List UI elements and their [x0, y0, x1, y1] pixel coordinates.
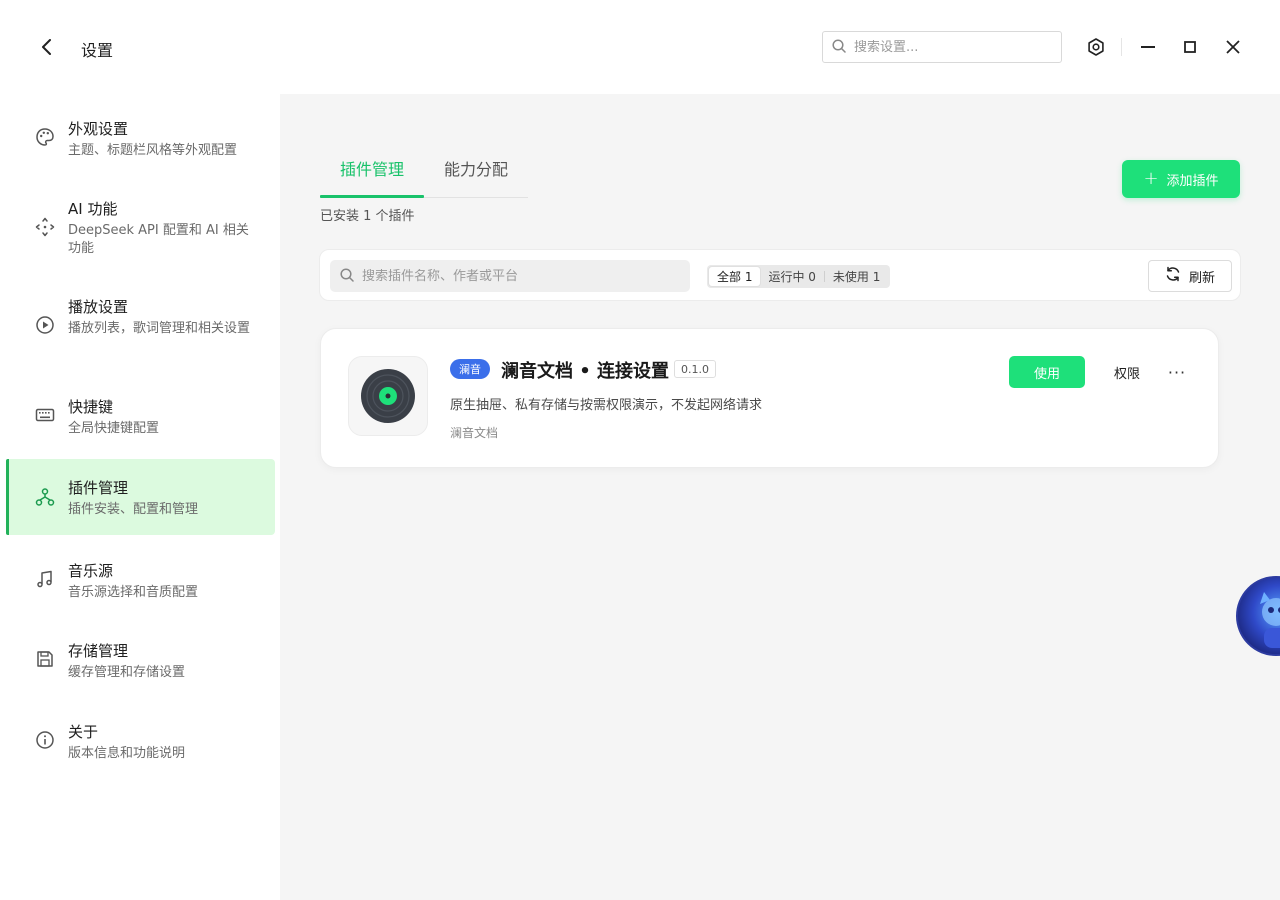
sidebar-item-title: 存储管理: [68, 642, 129, 660]
plugin-description: 原生抽屉、私有存储与按需权限演示，不发起网络请求: [450, 398, 763, 413]
settings-sidebar: 外观设置 主题、标题栏风格等外观配置 AI 功能 DeepSeek API 配置…: [0, 94, 280, 900]
permissions-button[interactable]: 权限: [1107, 356, 1147, 388]
plugin-management-panel: 插件管理 能力分配 已安装 1 个插件 + 添加插件 全部 1 运行中 0 未使…: [280, 94, 1280, 900]
sidebar-item-playback[interactable]: 播放设置 播放列表，歌词管理和相关设置: [6, 282, 275, 362]
maximize-icon[interactable]: [1178, 35, 1202, 59]
vinyl-record-icon: [348, 356, 428, 436]
header-divider: [1121, 38, 1122, 56]
search-icon: [340, 267, 354, 286]
plugin-search-input[interactable]: [362, 268, 682, 284]
settings-search[interactable]: [822, 31, 1062, 63]
page-title: 设置: [81, 41, 114, 60]
sidebar-item-desc: 缓存管理和存储设置: [68, 665, 186, 680]
more-options-icon[interactable]: ···: [1163, 356, 1191, 388]
plugin-filter-bar: 全部 1 运行中 0 未使用 1 刷新: [319, 249, 1241, 301]
sidebar-item-title: 外观设置: [68, 120, 129, 138]
refresh-icon: [1165, 266, 1181, 286]
plugin-search[interactable]: [330, 260, 690, 292]
add-plugin-button[interactable]: + 添加插件: [1122, 160, 1240, 198]
filter-all[interactable]: 全部 1: [709, 267, 761, 286]
sidebar-item-desc: 播放列表，歌词管理和相关设置: [68, 321, 251, 336]
sidebar-item-desc: 插件安装、配置和管理: [68, 502, 199, 517]
minimize-icon[interactable]: [1136, 35, 1160, 59]
settings-gear-icon[interactable]: [1084, 35, 1108, 59]
sidebar-item-desc: 主题、标题栏风格等外观配置: [68, 143, 238, 158]
sidebar-item-desc: 版本信息和功能说明: [68, 746, 186, 761]
status-filter: 全部 1 运行中 0 未使用 1: [707, 265, 891, 288]
plugin-version-badge: 0.1.0: [674, 360, 716, 378]
info-icon: [34, 729, 56, 751]
play-circle-icon: [34, 314, 56, 336]
sidebar-item-appearance[interactable]: 外观设置 主题、标题栏风格等外观配置: [6, 104, 275, 172]
sidebar-item-shortcuts[interactable]: 快捷键 全局快捷键配置: [6, 380, 275, 448]
tab-plugin-management[interactable]: 插件管理: [340, 156, 404, 180]
filter-unused[interactable]: 未使用 1: [825, 267, 888, 286]
filter-running[interactable]: 运行中 0: [760, 267, 823, 286]
sidebar-item-title: 音乐源: [68, 562, 114, 580]
sidebar-item-title: 播放设置: [68, 298, 129, 316]
plugin-platform-badge: 澜音: [450, 359, 490, 379]
save-icon: [34, 648, 56, 670]
settings-search-input[interactable]: [854, 39, 1044, 55]
sidebar-item-desc: 全局快捷键配置: [68, 421, 160, 436]
tab-capability-allocation[interactable]: 能力分配: [444, 156, 508, 180]
sidebar-item-title: 快捷键: [68, 398, 114, 416]
ai-diamond-icon: [34, 216, 56, 238]
refresh-button[interactable]: 刷新: [1148, 260, 1232, 292]
plugin-author: 澜音文档: [450, 426, 499, 440]
sidebar-item-desc: 音乐源选择和音质配置: [68, 585, 199, 600]
back-arrow-icon[interactable]: [36, 36, 58, 58]
plus-icon: +: [1143, 168, 1159, 189]
sidebar-item-title: 插件管理: [68, 479, 129, 497]
plugin-tree-icon: [34, 486, 56, 508]
sidebar-item-title: AI 功能: [68, 200, 118, 218]
sidebar-item-ai[interactable]: AI 功能 DeepSeek API 配置和 AI 相关功能: [6, 184, 275, 266]
add-plugin-label: 添加插件: [1166, 173, 1219, 189]
active-tab-indicator: [320, 195, 424, 198]
keyboard-icon: [34, 404, 56, 426]
palette-icon: [34, 126, 56, 148]
use-plugin-button[interactable]: 使用: [1009, 356, 1085, 388]
sidebar-item-plugins[interactable]: 插件管理 插件安装、配置和管理: [6, 459, 275, 535]
sidebar-item-about[interactable]: 关于 版本信息和功能说明: [6, 709, 275, 777]
sidebar-item-storage[interactable]: 存储管理 缓存管理和存储设置: [6, 628, 275, 696]
installed-count: 已安装 1 个插件: [320, 209, 415, 224]
sidebar-item-title: 关于: [68, 723, 99, 741]
title-bar: 设置: [0, 0, 1280, 94]
plugin-name: 澜音文档 • 连接设置: [501, 361, 670, 382]
refresh-label: 刷新: [1188, 270, 1215, 286]
close-icon[interactable]: [1221, 35, 1245, 59]
search-icon: [832, 38, 846, 57]
sidebar-item-desc: DeepSeek API 配置和 AI 相关功能: [68, 223, 249, 256]
sidebar-item-music-source[interactable]: 音乐源 音乐源选择和音质配置: [6, 546, 275, 614]
plugin-card: 澜音 澜音文档 • 连接设置 0.1.0 原生抽屉、私有存储与按需权限演示，不发…: [320, 328, 1219, 468]
music-note-icon: [34, 568, 56, 590]
